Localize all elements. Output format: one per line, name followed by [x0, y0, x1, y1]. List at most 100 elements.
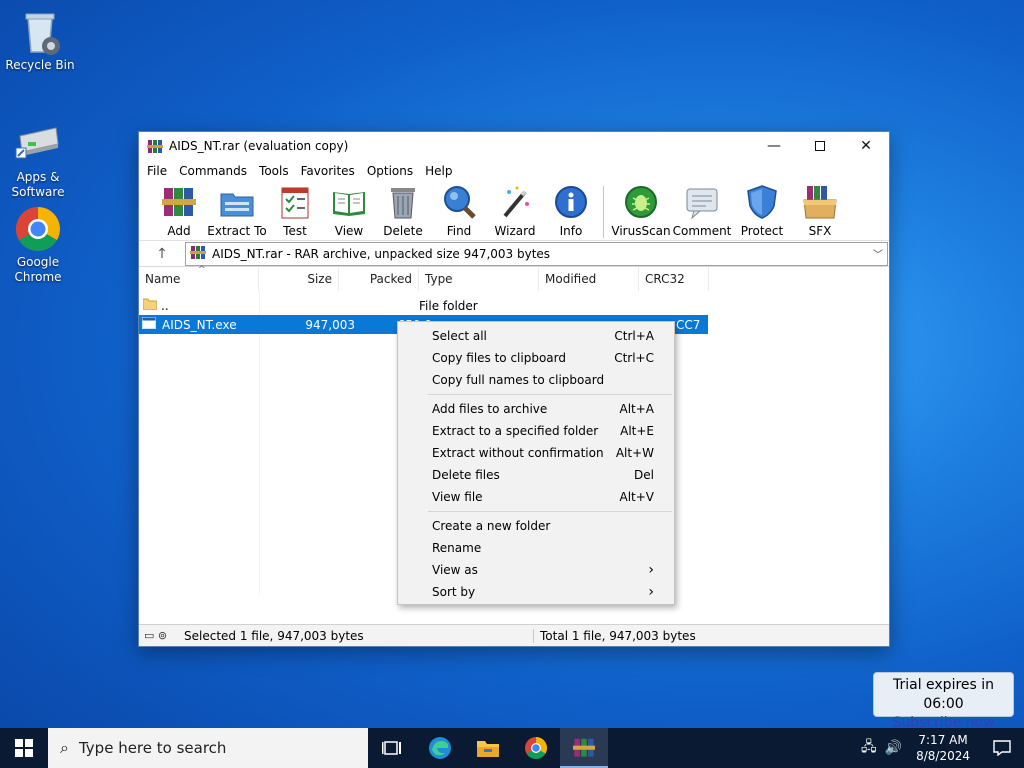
desktop-icon-google-chrome[interactable]: Google Chrome	[0, 205, 76, 285]
clock-date: 8/8/2024	[916, 749, 970, 763]
column-size[interactable]: Size	[259, 267, 339, 291]
find-magnifier-icon	[441, 184, 477, 220]
sfx-button[interactable]: SFX	[792, 184, 848, 238]
menu-item-add-files[interactable]: Add files to archive Alt+A	[398, 398, 674, 420]
desktop-icon-recycle-bin[interactable]: Recycle Bin	[2, 8, 78, 73]
menu-favorites[interactable]: Favorites	[295, 164, 361, 178]
protect-button[interactable]: Protect	[732, 184, 792, 238]
comment-label: Comment	[672, 224, 732, 238]
exe-file-icon	[142, 317, 162, 332]
menu-item-extract-to-folder[interactable]: Extract to a specified folder Alt+E	[398, 420, 674, 442]
virusscan-button[interactable]: VirusScan	[610, 184, 672, 238]
add-button[interactable]: Add	[151, 184, 207, 238]
arrow-up-icon: ↑	[156, 245, 168, 262]
protect-label: Protect	[740, 224, 784, 238]
menu-item-sort-by[interactable]: Sort by ›	[398, 581, 674, 603]
task-view-icon	[382, 741, 401, 755]
menu-file[interactable]: File	[141, 164, 173, 178]
folder-icon	[142, 298, 161, 313]
menu-item-shortcut: Alt+V	[619, 490, 654, 504]
menu-tools[interactable]: Tools	[253, 164, 295, 178]
menu-item-label: Create a new folder	[432, 519, 551, 533]
menu-item-copy-full-names[interactable]: Copy full names to clipboard	[398, 369, 674, 391]
address-field[interactable]: AIDS_NT.rar - RAR archive, unpacked size…	[185, 241, 888, 266]
winrar-app-icon	[147, 138, 163, 154]
drive-status-icon: ▭ ⊚	[144, 629, 168, 642]
view-button[interactable]: View	[323, 184, 375, 238]
view-book-icon	[331, 184, 367, 220]
view-label: View	[334, 224, 364, 238]
comment-button[interactable]: Comment	[672, 184, 732, 238]
column-modified[interactable]: Modified	[539, 267, 639, 291]
wizard-label: Wizard	[494, 224, 536, 238]
find-label: Find	[446, 224, 472, 238]
info-button[interactable]: Info	[543, 184, 599, 238]
chrome-icon	[14, 205, 62, 253]
taskbar-winrar-active[interactable]	[560, 728, 608, 768]
maximize-button[interactable]	[797, 132, 843, 160]
menu-item-delete-files[interactable]: Delete files Del	[398, 464, 674, 486]
menu-commands[interactable]: Commands	[173, 164, 253, 178]
drive-icon	[14, 120, 62, 168]
minimize-button[interactable]: —	[751, 132, 797, 160]
taskbar-search-box[interactable]: ⌕ Type here to search	[48, 728, 368, 768]
address-text: AIDS_NT.rar - RAR archive, unpacked size…	[212, 246, 551, 261]
add-archive-icon	[161, 184, 197, 220]
menu-help[interactable]: Help	[419, 164, 458, 178]
delete-button[interactable]: Delete	[375, 184, 431, 238]
menu-item-view-file[interactable]: View file Alt+V	[398, 486, 674, 508]
submenu-arrow-icon: ›	[648, 562, 654, 578]
windows-logo-icon	[15, 739, 33, 757]
up-folder-button[interactable]: ↑	[139, 246, 185, 262]
taskbar-file-explorer[interactable]	[464, 728, 512, 768]
menu-item-select-all[interactable]: Select all Ctrl+A	[398, 325, 674, 347]
extract-to-button[interactable]: Extract To	[207, 184, 267, 238]
menu-item-label: Extract without confirmation	[432, 446, 604, 460]
menu-item-copy-files[interactable]: Copy files to clipboard Ctrl+C	[398, 347, 674, 369]
column-packed[interactable]: Packed	[339, 267, 419, 291]
taskbar-chrome[interactable]	[512, 728, 560, 768]
virusscan-label: VirusScan	[611, 224, 671, 238]
extract-folder-icon	[219, 184, 255, 220]
status-selected: Selected 1 file, 947,003 bytes	[178, 628, 534, 643]
menu-item-shortcut: Alt+E	[620, 424, 654, 438]
menu-item-shortcut: Alt+A	[619, 402, 654, 416]
start-button[interactable]	[0, 728, 48, 768]
address-dropdown-chevron-icon[interactable]: ﹀	[869, 246, 887, 261]
sort-indicator-icon: ^	[198, 265, 206, 275]
search-placeholder: Type here to search	[78, 739, 227, 757]
extract-to-label: Extract To	[207, 224, 267, 238]
task-view-button[interactable]	[368, 728, 416, 768]
network-icon[interactable]: 🖧	[861, 736, 877, 760]
volume-icon[interactable]: 🔊	[885, 740, 902, 756]
clock[interactable]: 7:17 AM 8/8/2024	[916, 732, 970, 764]
taskbar-edge[interactable]	[416, 728, 464, 768]
column-crc32[interactable]: CRC32	[639, 267, 709, 291]
desktop-icon-apps-software[interactable]: Apps & Software	[0, 120, 76, 200]
file-list-header: Name Size Packed Type Modified CRC32	[139, 267, 889, 291]
table-row-parent-folder[interactable]: .. File folder	[139, 296, 707, 315]
find-button[interactable]: Find	[431, 184, 487, 238]
column-type[interactable]: Type	[419, 267, 539, 291]
test-button[interactable]: Test	[267, 184, 323, 238]
menu-item-extract-without-confirmation[interactable]: Extract without confirmation Alt+W	[398, 442, 674, 464]
maximize-icon	[815, 141, 825, 151]
menu-options[interactable]: Options	[361, 164, 419, 178]
notifications-button[interactable]	[980, 728, 1024, 768]
menu-separator	[428, 394, 672, 395]
desktop-icon-label: Apps & Software	[11, 170, 65, 199]
menu-item-create-folder[interactable]: Create a new folder	[398, 515, 674, 537]
edge-icon	[429, 737, 451, 759]
address-bar: ↑ AIDS_NT.rar - RAR archive, unpacked si…	[139, 240, 889, 266]
menu-item-label: Delete files	[432, 468, 500, 482]
desktop-icon-label: Google Chrome	[14, 255, 62, 284]
menu-item-view-as[interactable]: View as ›	[398, 559, 674, 581]
menu-item-shortcut: Del	[634, 468, 654, 482]
wizard-button[interactable]: Wizard	[487, 184, 543, 238]
menu-item-rename[interactable]: Rename	[398, 537, 674, 559]
status-bar: ▭ ⊚ Selected 1 file, 947,003 bytes Total…	[139, 624, 889, 646]
sfx-box-icon	[802, 184, 838, 220]
close-button[interactable]: ✕	[843, 132, 889, 160]
trial-text: Trial expires in 06:00	[892, 677, 995, 712]
search-icon: ⌕	[60, 738, 69, 757]
